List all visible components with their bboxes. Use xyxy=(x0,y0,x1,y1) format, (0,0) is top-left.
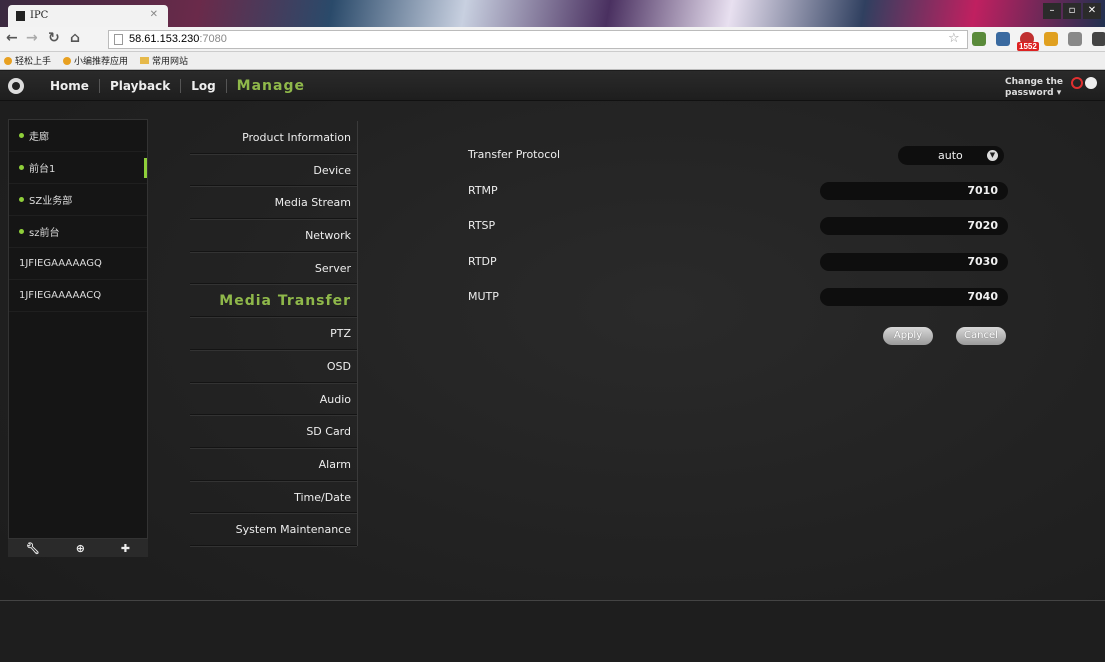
close-window-icon[interactable]: ✕ xyxy=(1083,3,1101,19)
change-password-link[interactable]: Change the password ▾ xyxy=(1005,77,1063,99)
wrench-icon[interactable]: 🔧︎ xyxy=(26,542,40,555)
zoom-icon[interactable]: ⊕ xyxy=(76,542,85,555)
url-host: 58.61.153.230 xyxy=(129,33,200,45)
device-item[interactable]: SZ业务部 xyxy=(9,184,147,216)
page-icon xyxy=(16,11,25,21)
notification-badge: 1552 xyxy=(1017,42,1039,51)
browser-tab[interactable]: IPC ✕ xyxy=(8,5,168,27)
signal-icon[interactable] xyxy=(972,32,986,46)
logo-icon xyxy=(8,77,24,94)
rtsp-port-input[interactable]: 7020 xyxy=(820,217,1008,235)
bookmark-item[interactable]: 轻松上手 xyxy=(4,54,51,67)
user-icon[interactable] xyxy=(1085,77,1097,89)
rtmp-row: RTMP 7010 xyxy=(468,181,1008,218)
add-icon[interactable]: ✚ xyxy=(121,542,130,555)
cancel-button[interactable]: Cancel xyxy=(956,327,1006,345)
url-port: :7080 xyxy=(199,33,227,45)
rtdp-port-input[interactable]: 7030 xyxy=(820,252,1008,271)
top-nav: Home Playback Log Manage Change the pass… xyxy=(0,71,1105,101)
transfer-protocol-label: Transfer Protocol xyxy=(468,148,561,161)
online-dot-icon xyxy=(19,133,24,138)
tab-title: IPC xyxy=(30,10,49,21)
nav-log[interactable]: Log xyxy=(181,78,227,93)
device-list: 走廊 前台1 SZ业务部 sz前台 1JFIEGAAAAAGQ 1JFIEGAA… xyxy=(8,119,148,539)
address-bar-row: ← → ↻ ⌂ 58.61.153.230:7080 ☆ 1552 xyxy=(0,27,1105,52)
transfer-protocol-row: Transfer Protocol auto ▼ xyxy=(468,146,1008,182)
folder-icon xyxy=(140,57,150,64)
nav-manage[interactable]: Manage xyxy=(227,79,315,93)
window-controls: – ▫ ✕ xyxy=(1043,3,1101,19)
back-icon[interactable]: ← xyxy=(6,30,18,46)
wrench-icon[interactable] xyxy=(1092,32,1105,46)
nav-playback[interactable]: Playback xyxy=(100,78,182,93)
rtsp-label: RTSP xyxy=(468,219,496,232)
online-dot-icon xyxy=(19,165,24,170)
rtdp-row: RTDP 7030 xyxy=(468,252,1008,289)
home-icon[interactable]: ⌂ xyxy=(70,30,80,46)
menu-time-date[interactable]: Time/Date xyxy=(190,481,357,514)
bottom-bar xyxy=(0,600,1105,662)
menu-device[interactable]: Device xyxy=(190,154,357,187)
menu-ptz[interactable]: PTZ xyxy=(190,317,357,350)
online-dot-icon xyxy=(19,229,24,234)
menu-product-information[interactable]: Product Information xyxy=(190,121,357,154)
device-item[interactable]: 1JFIEGAAAAAGQ xyxy=(9,248,147,280)
mutp-label: MUTP xyxy=(468,290,499,303)
device-item[interactable]: 走廊 xyxy=(9,120,147,152)
reload-icon[interactable]: ↻ xyxy=(48,30,60,46)
bookmark-item[interactable]: 小编推荐应用 xyxy=(63,54,128,67)
url-input[interactable]: 58.61.153.230:7080 xyxy=(108,30,968,49)
mutp-row: MUTP 7040 xyxy=(468,288,1008,324)
apply-button[interactable]: Apply xyxy=(883,327,933,345)
minimize-icon[interactable]: – xyxy=(1043,3,1061,19)
bookmark-folder[interactable]: 常用网站 xyxy=(140,54,188,67)
logout-power-icon[interactable] xyxy=(1071,77,1083,89)
close-tab-icon[interactable]: ✕ xyxy=(150,9,158,20)
device-item[interactable]: sz前台 xyxy=(9,216,147,248)
device-item-selected[interactable]: 前台1 xyxy=(9,152,147,184)
menu-server[interactable]: Server xyxy=(190,252,357,285)
arrow-extension-icon[interactable] xyxy=(1044,32,1058,46)
rtsp-row: RTSP 7020 xyxy=(468,217,1008,253)
extension-icon[interactable] xyxy=(1068,32,1082,46)
rtdp-label: RTDP xyxy=(468,254,497,268)
menu-media-transfer[interactable]: Media Transfer xyxy=(190,284,357,318)
rtmp-port-input[interactable]: 7010 xyxy=(820,181,1008,200)
forward-icon[interactable]: → xyxy=(26,30,38,46)
menu-media-stream[interactable]: Media Stream xyxy=(190,186,357,220)
transfer-protocol-select[interactable]: auto ▼ xyxy=(898,146,1004,165)
menu-system-maintenance[interactable]: System Maintenance xyxy=(190,513,357,546)
media-transfer-form: Transfer Protocol auto ▼ RTMP 7010 RTSP … xyxy=(468,146,1008,324)
online-dot-icon xyxy=(19,197,24,202)
menu-osd[interactable]: OSD xyxy=(190,350,357,383)
page-icon xyxy=(114,34,123,45)
star-icon[interactable]: ☆ xyxy=(948,32,962,46)
mail-icon[interactable] xyxy=(996,32,1010,46)
menu-alarm[interactable]: Alarm xyxy=(190,448,357,481)
chevron-down-icon: ▼ xyxy=(987,150,998,161)
nav-home[interactable]: Home xyxy=(40,78,100,93)
device-item[interactable]: 1JFIEGAAAAACQ xyxy=(9,280,147,312)
settings-menu: Product Information Device Media Stream … xyxy=(190,121,358,546)
device-toolbar: 🔧︎ ⊕ ✚ xyxy=(8,539,148,557)
mutp-port-input[interactable]: 7040 xyxy=(820,288,1008,306)
menu-network[interactable]: Network xyxy=(190,219,357,252)
browser-titlebar: IPC ✕ – ▫ ✕ xyxy=(0,0,1105,27)
rtmp-label: RTMP xyxy=(468,183,498,197)
bookmark-icon xyxy=(4,56,12,65)
restore-icon[interactable]: ▫ xyxy=(1063,3,1081,19)
menu-sd-card[interactable]: SD Card xyxy=(190,415,357,448)
menu-audio[interactable]: Audio xyxy=(190,383,357,416)
bookmarks-bar: 轻松上手 小编推荐应用 常用网站 xyxy=(0,52,1105,70)
bookmark-icon xyxy=(63,56,72,65)
ipc-app: Home Playback Log Manage Change the pass… xyxy=(0,71,1105,662)
